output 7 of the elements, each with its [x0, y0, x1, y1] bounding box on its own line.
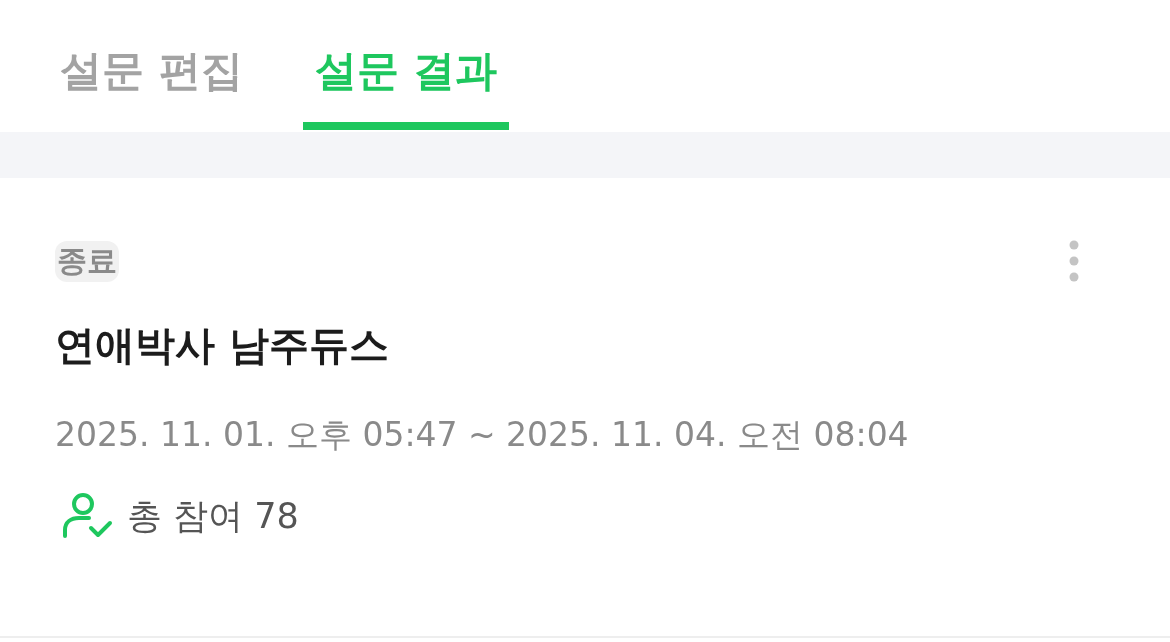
tab[interactable]: 설문 편집 — [48, 0, 255, 130]
more-icon[interactable] — [1068, 240, 1080, 282]
status-badge: 종료 — [55, 240, 119, 282]
participant-count: 총 참여 78 — [127, 494, 299, 538]
person-check-icon — [61, 492, 113, 540]
survey-period: 2025. 11. 01. 오후 05:47 ~ 2025. 11. 04. 오전 08:04 — [55, 414, 910, 456]
survey-title: 연애박사 남주듀스 — [55, 321, 390, 370]
